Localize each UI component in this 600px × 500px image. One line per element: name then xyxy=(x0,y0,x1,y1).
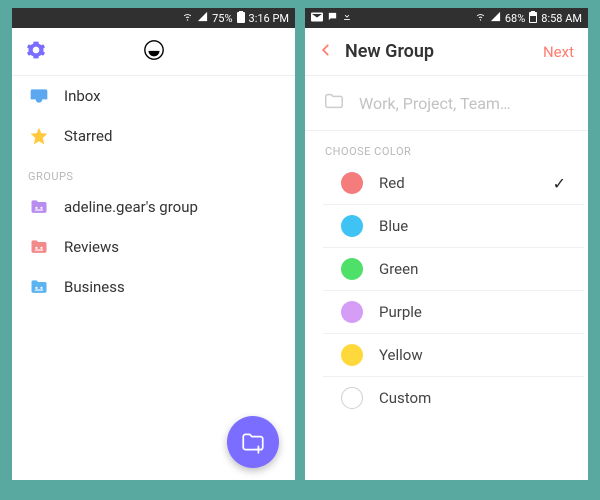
swatch-icon xyxy=(341,344,363,366)
folder-outline-icon xyxy=(323,90,345,116)
screen-home: 75% 3:16 PM Inbox Starred GROUPS xyxy=(12,8,295,480)
group-label: Reviews xyxy=(64,238,119,256)
battery-percent: 75% xyxy=(212,12,232,25)
back-icon[interactable] xyxy=(319,41,333,63)
star-icon xyxy=(28,126,50,146)
group-label: Business xyxy=(64,278,125,296)
color-list: Red ✓ Blue Green Purple Yellow Custom xyxy=(305,162,588,419)
group-label: adeline.gear's group xyxy=(64,198,198,216)
settings-icon[interactable] xyxy=(26,40,46,64)
battery-icon xyxy=(529,11,537,26)
nav-starred-label: Starred xyxy=(64,127,112,145)
signal-icon xyxy=(197,11,208,25)
wifi-icon xyxy=(182,11,193,25)
color-option-green[interactable]: Green xyxy=(323,248,584,291)
clock: 3:16 PM xyxy=(249,12,289,25)
choose-color-label: CHOOSE COLOR xyxy=(305,131,588,162)
group-item[interactable]: Business xyxy=(12,267,295,307)
color-label: Blue xyxy=(379,217,408,235)
next-button[interactable]: Next xyxy=(543,43,574,61)
status-bar: 75% 3:16 PM xyxy=(12,8,295,28)
battery-percent: 68% xyxy=(505,12,525,25)
download-icon xyxy=(342,11,352,25)
color-option-purple[interactable]: Purple xyxy=(323,291,584,334)
add-group-fab[interactable] xyxy=(227,416,279,468)
folder-icon xyxy=(28,197,50,217)
signal-icon xyxy=(490,11,501,25)
app-toolbar xyxy=(12,28,295,76)
inbox-icon xyxy=(28,86,50,106)
clock: 8:58 AM xyxy=(541,12,582,25)
folder-icon xyxy=(28,237,50,257)
chat-icon xyxy=(327,11,338,25)
group-item[interactable]: adeline.gear's group xyxy=(12,187,295,227)
nav-inbox-label: Inbox xyxy=(64,87,101,105)
swatch-icon xyxy=(341,215,363,237)
input-placeholder: Work, Project, Team… xyxy=(359,94,511,113)
color-option-blue[interactable]: Blue xyxy=(323,205,584,248)
status-bar: 68% 8:58 AM xyxy=(305,8,588,28)
color-option-custom[interactable]: Custom xyxy=(323,377,584,419)
nav-inbox[interactable]: Inbox xyxy=(12,76,295,116)
color-label: Custom xyxy=(379,389,431,407)
color-option-red[interactable]: Red ✓ xyxy=(323,162,584,205)
swatch-icon xyxy=(341,301,363,323)
mail-icon xyxy=(311,12,323,25)
color-label: Red xyxy=(379,174,405,192)
nav-starred[interactable]: Starred xyxy=(12,116,295,156)
battery-icon xyxy=(237,11,245,26)
groups-header: GROUPS xyxy=(12,156,295,187)
color-label: Yellow xyxy=(379,346,423,364)
screen-new-group: 68% 8:58 AM New Group Next Work, Project… xyxy=(305,8,588,480)
color-label: Purple xyxy=(379,303,422,321)
swatch-icon xyxy=(341,172,363,194)
group-name-input[interactable]: Work, Project, Team… xyxy=(305,76,588,131)
app-logo-icon xyxy=(143,39,165,65)
check-icon: ✓ xyxy=(553,174,566,193)
color-label: Green xyxy=(379,260,418,278)
folder-icon xyxy=(28,277,50,297)
page-title: New Group xyxy=(345,41,434,62)
swatch-icon xyxy=(341,387,363,409)
newgroup-header: New Group Next xyxy=(305,28,588,76)
wifi-icon xyxy=(475,11,486,25)
color-option-yellow[interactable]: Yellow xyxy=(323,334,584,377)
swatch-icon xyxy=(341,258,363,280)
group-item[interactable]: Reviews xyxy=(12,227,295,267)
